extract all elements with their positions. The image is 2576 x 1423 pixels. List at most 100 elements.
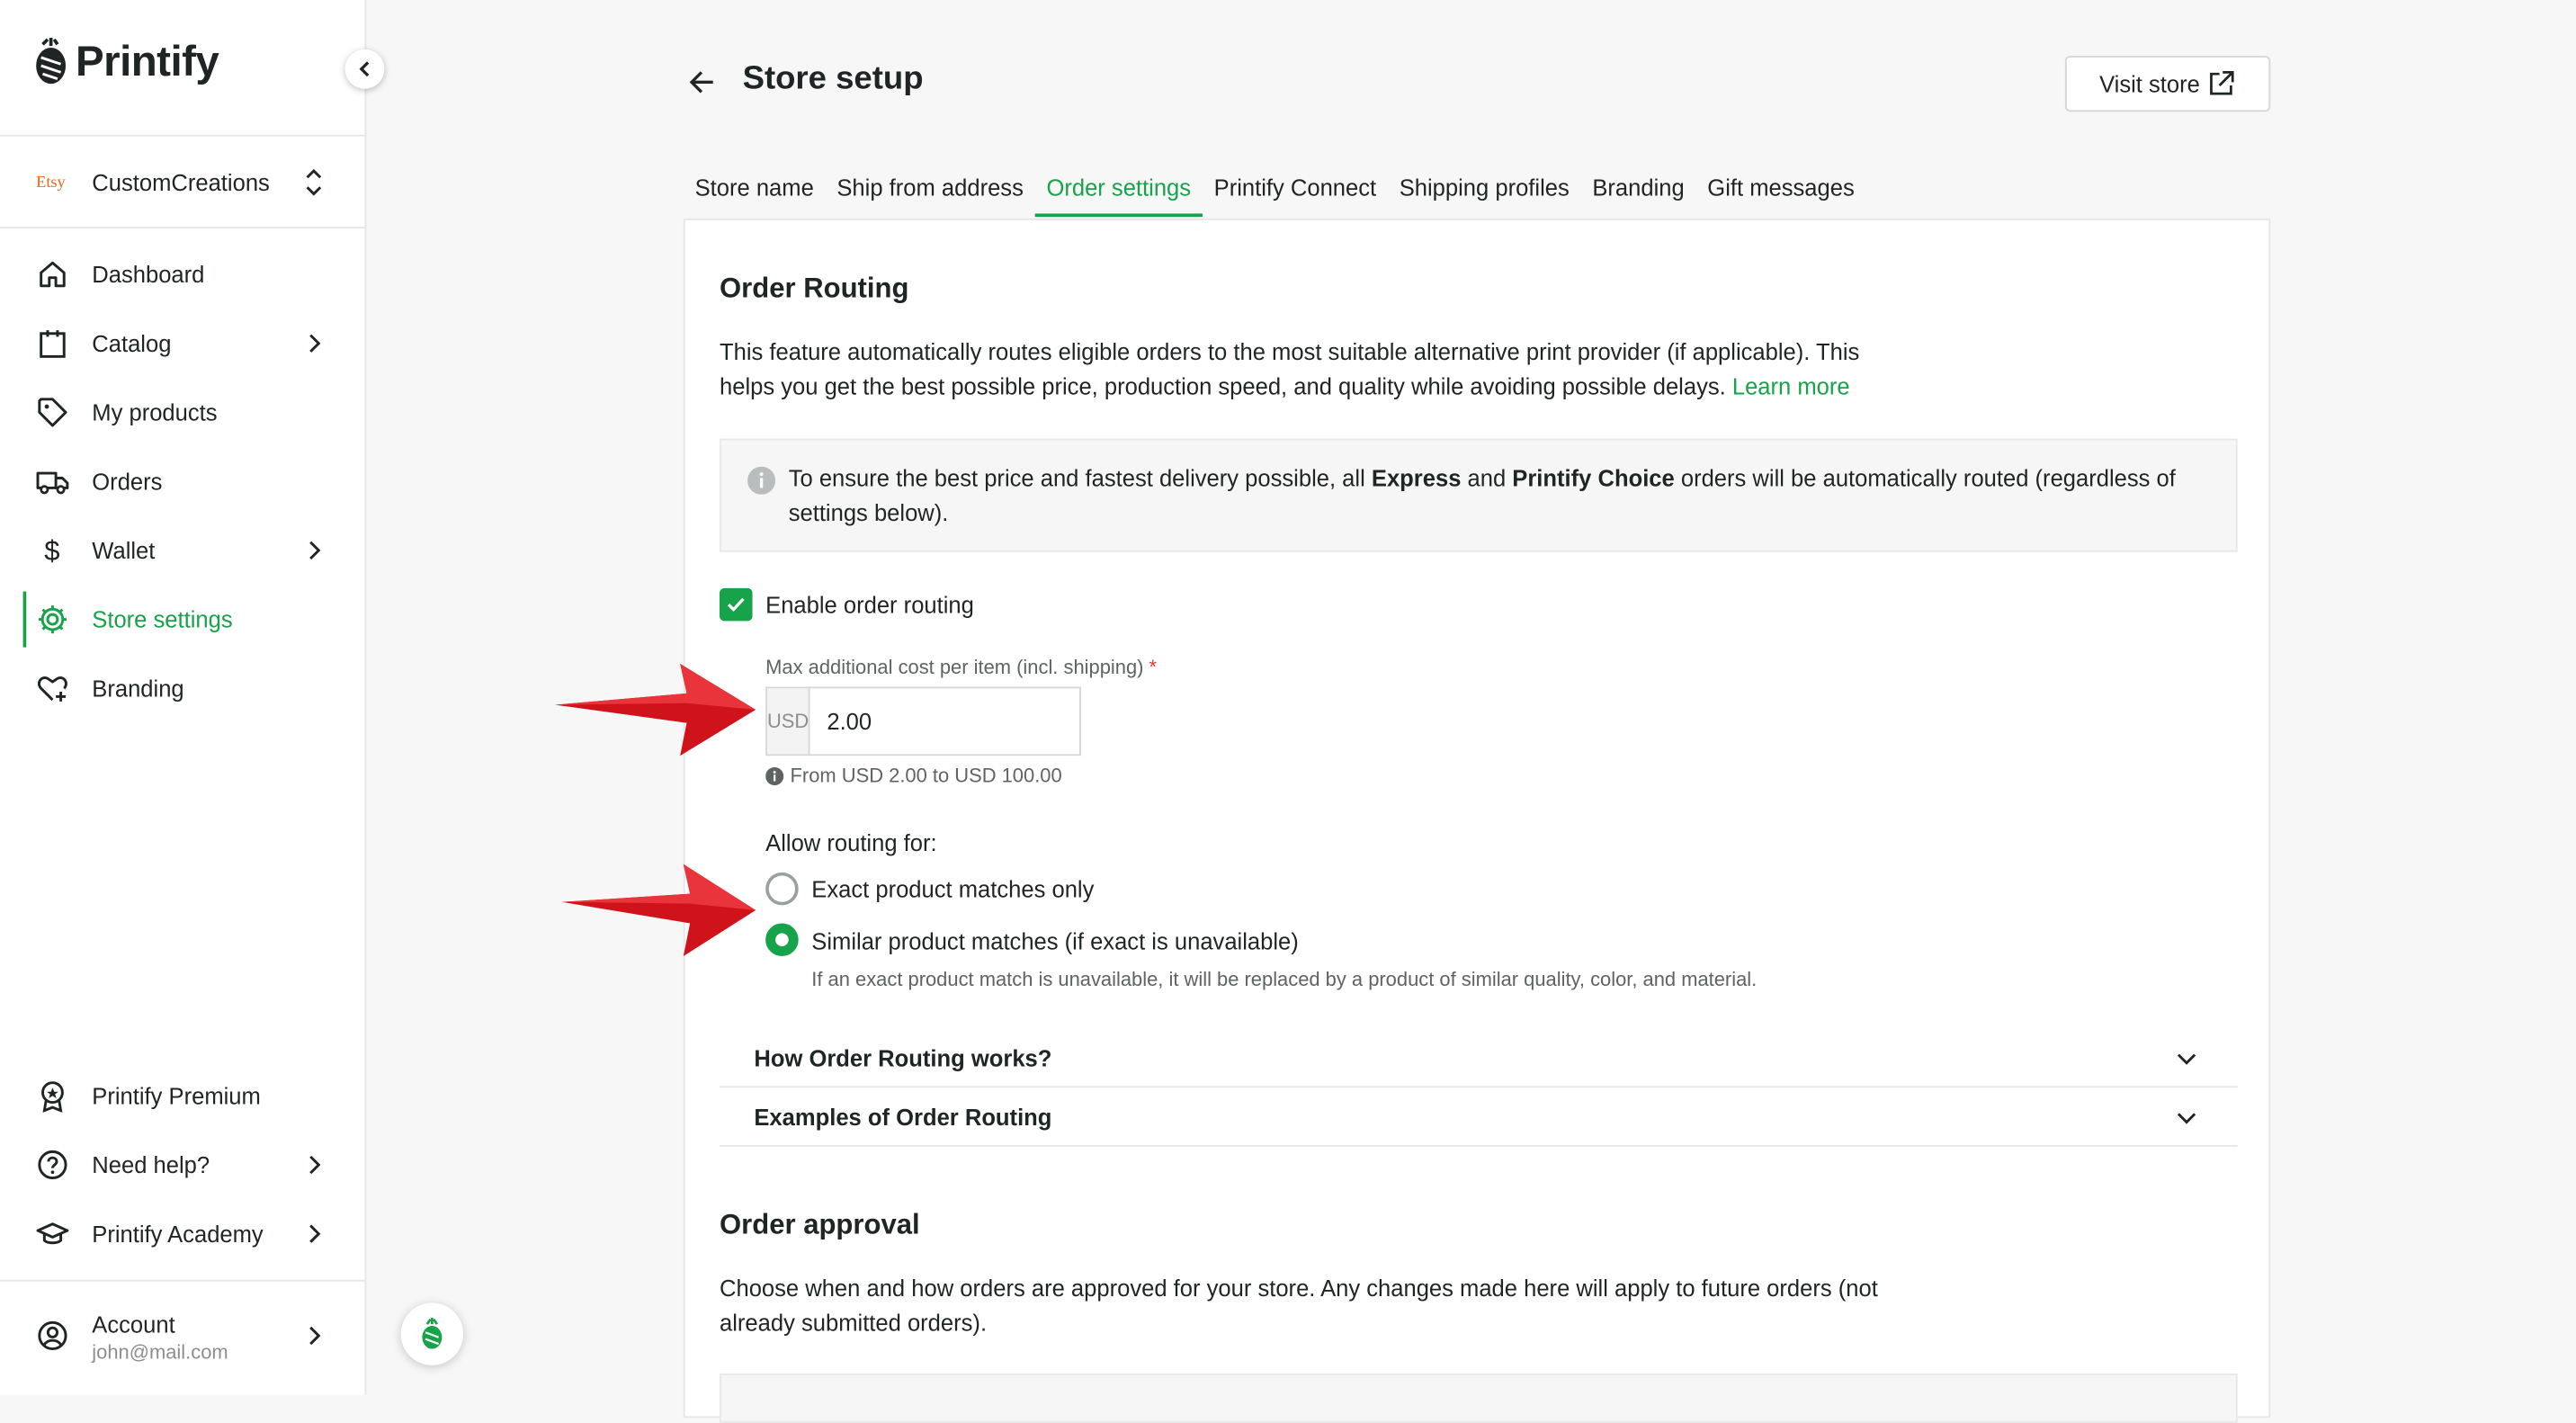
info-text-part: and xyxy=(1461,464,1513,492)
accordion-title: How Order Routing works? xyxy=(754,1044,1052,1071)
sidebar-item-catalog[interactable]: Catalog xyxy=(0,312,364,374)
sidebar-item-printify-academy[interactable]: Printify Academy xyxy=(0,1203,364,1265)
divider xyxy=(0,1279,365,1282)
account-email: john@mail.com xyxy=(92,1340,228,1364)
sidebar-item-label: Printify Premium xyxy=(92,1082,261,1109)
accordion-routing-examples[interactable]: Examples of Order Routing xyxy=(720,1087,2238,1147)
divider xyxy=(0,134,365,137)
printify-logo-icon xyxy=(36,37,67,84)
store-name: CustomCreations xyxy=(92,169,270,196)
collapse-sidebar-button[interactable] xyxy=(344,49,385,89)
tab-shipping-profiles[interactable]: Shipping profiles xyxy=(1388,165,1581,217)
external-link-icon xyxy=(2210,70,2234,95)
enable-order-routing-checkbox[interactable] xyxy=(720,587,753,622)
home-icon xyxy=(40,261,66,288)
sidebar-item-dashboard[interactable]: Dashboard xyxy=(0,243,364,305)
printify-logo[interactable]: Printify xyxy=(33,36,219,87)
chevron-updown-icon xyxy=(306,168,322,196)
accordion-how-routing-works[interactable]: How Order Routing works? xyxy=(720,1028,2238,1088)
range-hint-text: From USD 2.00 to USD 100.00 xyxy=(790,764,1062,787)
graduation-cap-icon xyxy=(36,1222,69,1245)
etsy-logo: Etsy xyxy=(36,173,66,192)
description-text: This feature automatically routes eligib… xyxy=(720,338,1860,399)
sidebar-item-label: My products xyxy=(92,398,218,426)
chevron-right-icon xyxy=(309,1326,321,1346)
enable-order-routing-label[interactable]: Enable order routing xyxy=(765,592,974,618)
badge-icon xyxy=(41,1081,64,1113)
truck-icon xyxy=(36,471,69,495)
similar-match-radio[interactable] xyxy=(765,923,799,957)
chevron-down-icon xyxy=(2177,1053,2196,1065)
tab-ship-from-address[interactable]: Ship from address xyxy=(826,165,1035,217)
chevron-right-icon xyxy=(309,541,321,560)
order-routing-title: Order Routing xyxy=(720,273,909,304)
approval-options-box xyxy=(720,1373,2238,1423)
info-icon xyxy=(765,766,784,785)
red-arrow-annotation xyxy=(555,663,756,756)
checkmark-icon xyxy=(727,597,745,613)
order-approval-description: Choose when and how orders are approved … xyxy=(720,1275,1878,1336)
red-arrow-annotation xyxy=(561,864,756,957)
max-cost-label-text: Max additional cost per item (incl. ship… xyxy=(765,655,1144,679)
sidebar: Printify Etsy CustomCreations Dashboard … xyxy=(0,0,367,1395)
tab-printify-connect[interactable]: Printify Connect xyxy=(1203,165,1388,217)
tab-order-settings[interactable]: Order settings xyxy=(1034,165,1203,218)
tag-icon xyxy=(38,398,67,427)
order-routing-description: This feature automatically routes eligib… xyxy=(720,336,1902,405)
info-text: To ensure the best price and fastest del… xyxy=(789,461,2202,531)
similar-match-description: If an exact product match is unavailable… xyxy=(811,967,1758,991)
chevron-right-icon xyxy=(309,334,321,353)
tab-store-name[interactable]: Store name xyxy=(684,165,826,217)
sidebar-item-need-help[interactable]: Need help? xyxy=(0,1133,364,1195)
assistant-button[interactable] xyxy=(400,1302,464,1365)
max-cost-field: USD xyxy=(765,686,1141,756)
sidebar-item-label: Store settings xyxy=(92,605,233,633)
chevron-left-icon xyxy=(359,61,370,77)
visit-store-label: Visit store xyxy=(2099,70,2200,97)
exact-match-radio[interactable] xyxy=(765,872,799,906)
sidebar-item-label: Catalog xyxy=(92,330,172,357)
tab-branding[interactable]: Branding xyxy=(1581,165,1696,217)
settings-tabs: Store name Ship from address Order setti… xyxy=(684,165,1866,218)
learn-more-link[interactable]: Learn more xyxy=(1732,373,1850,399)
max-cost-input[interactable] xyxy=(810,688,1141,755)
sidebar-item-label: Dashboard xyxy=(92,261,205,288)
user-icon xyxy=(38,1320,67,1351)
sidebar-item-printify-premium[interactable]: Printify Premium xyxy=(0,1065,364,1127)
sidebar-item-wallet[interactable]: $ Wallet xyxy=(0,519,364,581)
tab-gift-messages[interactable]: Gift messages xyxy=(1696,165,1866,217)
info-express: Express xyxy=(1371,464,1462,492)
page-title: Store setup xyxy=(742,60,924,97)
info-text-part: To ensure the best price and fastest del… xyxy=(788,464,1372,492)
sidebar-item-my-products[interactable]: My products xyxy=(0,381,364,443)
account-label: Account xyxy=(92,1311,175,1338)
max-cost-label: Max additional cost per item (incl. ship… xyxy=(765,656,1157,679)
store-selector[interactable]: Etsy CustomCreations xyxy=(0,145,364,220)
order-approval-title: Order approval xyxy=(720,1209,920,1241)
info-box: To ensure the best price and fastest del… xyxy=(720,438,2238,552)
svg-text:$: $ xyxy=(44,535,59,567)
visit-store-button[interactable]: Visit store xyxy=(2064,56,2271,112)
required-mark: * xyxy=(1149,655,1158,679)
sidebar-item-label: Branding xyxy=(92,675,184,702)
accordion-title: Examples of Order Routing xyxy=(754,1104,1052,1131)
clipboard-icon xyxy=(40,330,66,358)
sidebar-item-label: Need help? xyxy=(92,1151,210,1178)
back-arrow-icon[interactable] xyxy=(684,62,723,102)
info-icon xyxy=(747,466,776,495)
currency-prefix: USD xyxy=(766,688,811,755)
sidebar-item-label: Orders xyxy=(92,468,163,495)
exact-match-label[interactable]: Exact product matches only xyxy=(811,876,1094,902)
sidebar-item-orders[interactable]: Orders xyxy=(0,450,364,512)
info-printify-choice: Printify Choice xyxy=(1512,464,1675,492)
chevron-right-icon xyxy=(309,1224,321,1243)
sidebar-item-label: Printify Academy xyxy=(92,1221,264,1248)
help-icon xyxy=(38,1150,67,1180)
allow-routing-label: Allow routing for: xyxy=(765,829,937,856)
printify-pineapple-icon xyxy=(422,1317,443,1349)
sidebar-item-store-settings[interactable]: Store settings xyxy=(0,588,364,650)
sidebar-item-branding[interactable]: Branding xyxy=(0,658,364,720)
similar-match-label[interactable]: Similar product matches (if exact is una… xyxy=(811,928,1299,954)
dollar-icon: $ xyxy=(44,535,59,567)
range-hint: From USD 2.00 to USD 100.00 xyxy=(765,764,1062,787)
